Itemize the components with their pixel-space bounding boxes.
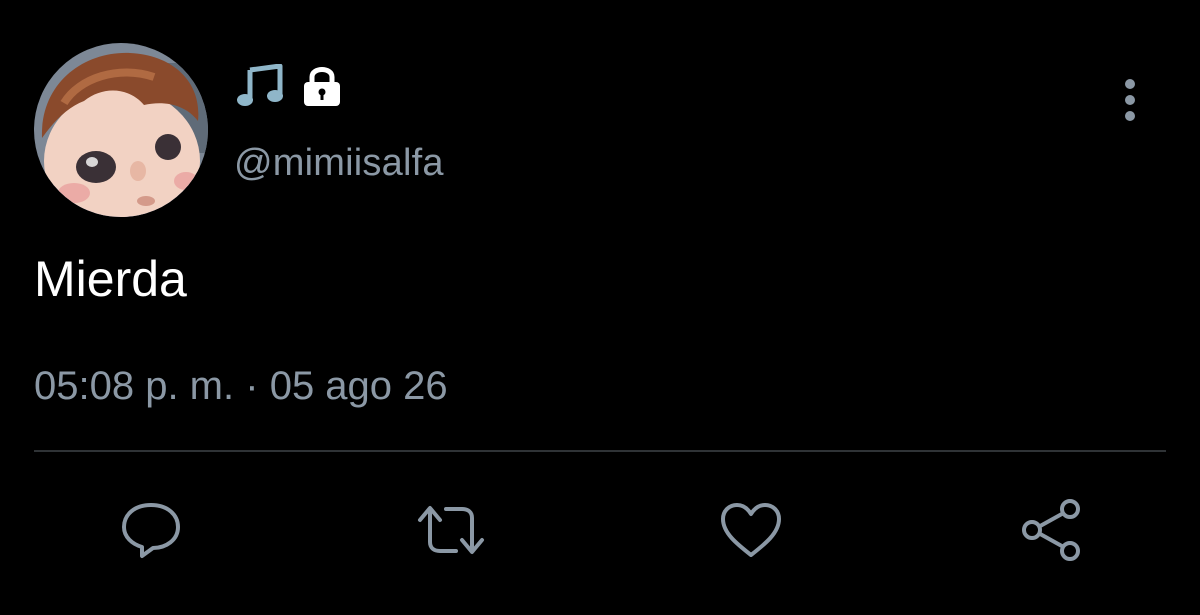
like-icon bbox=[719, 501, 783, 564]
divider bbox=[34, 450, 1166, 452]
retweet-icon bbox=[416, 502, 486, 563]
display-name bbox=[236, 63, 344, 113]
music-note-icon bbox=[236, 63, 284, 113]
reply-icon bbox=[120, 500, 182, 565]
retweet-button[interactable] bbox=[418, 500, 484, 564]
tweet-timestamp[interactable]: 05:08 p. m. · 05 ago 26 bbox=[34, 364, 448, 409]
tweet-date: 05 ago 26 bbox=[269, 364, 448, 408]
lock-icon bbox=[300, 64, 344, 113]
tweet-text: Mierda bbox=[34, 251, 187, 307]
share-icon bbox=[1019, 498, 1083, 566]
user-handle[interactable]: @mimiisalfa bbox=[234, 142, 444, 185]
avatar[interactable] bbox=[34, 43, 208, 217]
timestamp-separator: · bbox=[245, 364, 259, 408]
more-options-icon[interactable] bbox=[1112, 76, 1148, 124]
tweet-time: 05:08 p. m. bbox=[34, 364, 235, 408]
share-button[interactable] bbox=[1018, 498, 1084, 566]
avatar-image bbox=[34, 43, 208, 217]
reply-button[interactable] bbox=[118, 500, 184, 564]
like-button[interactable] bbox=[718, 500, 784, 564]
